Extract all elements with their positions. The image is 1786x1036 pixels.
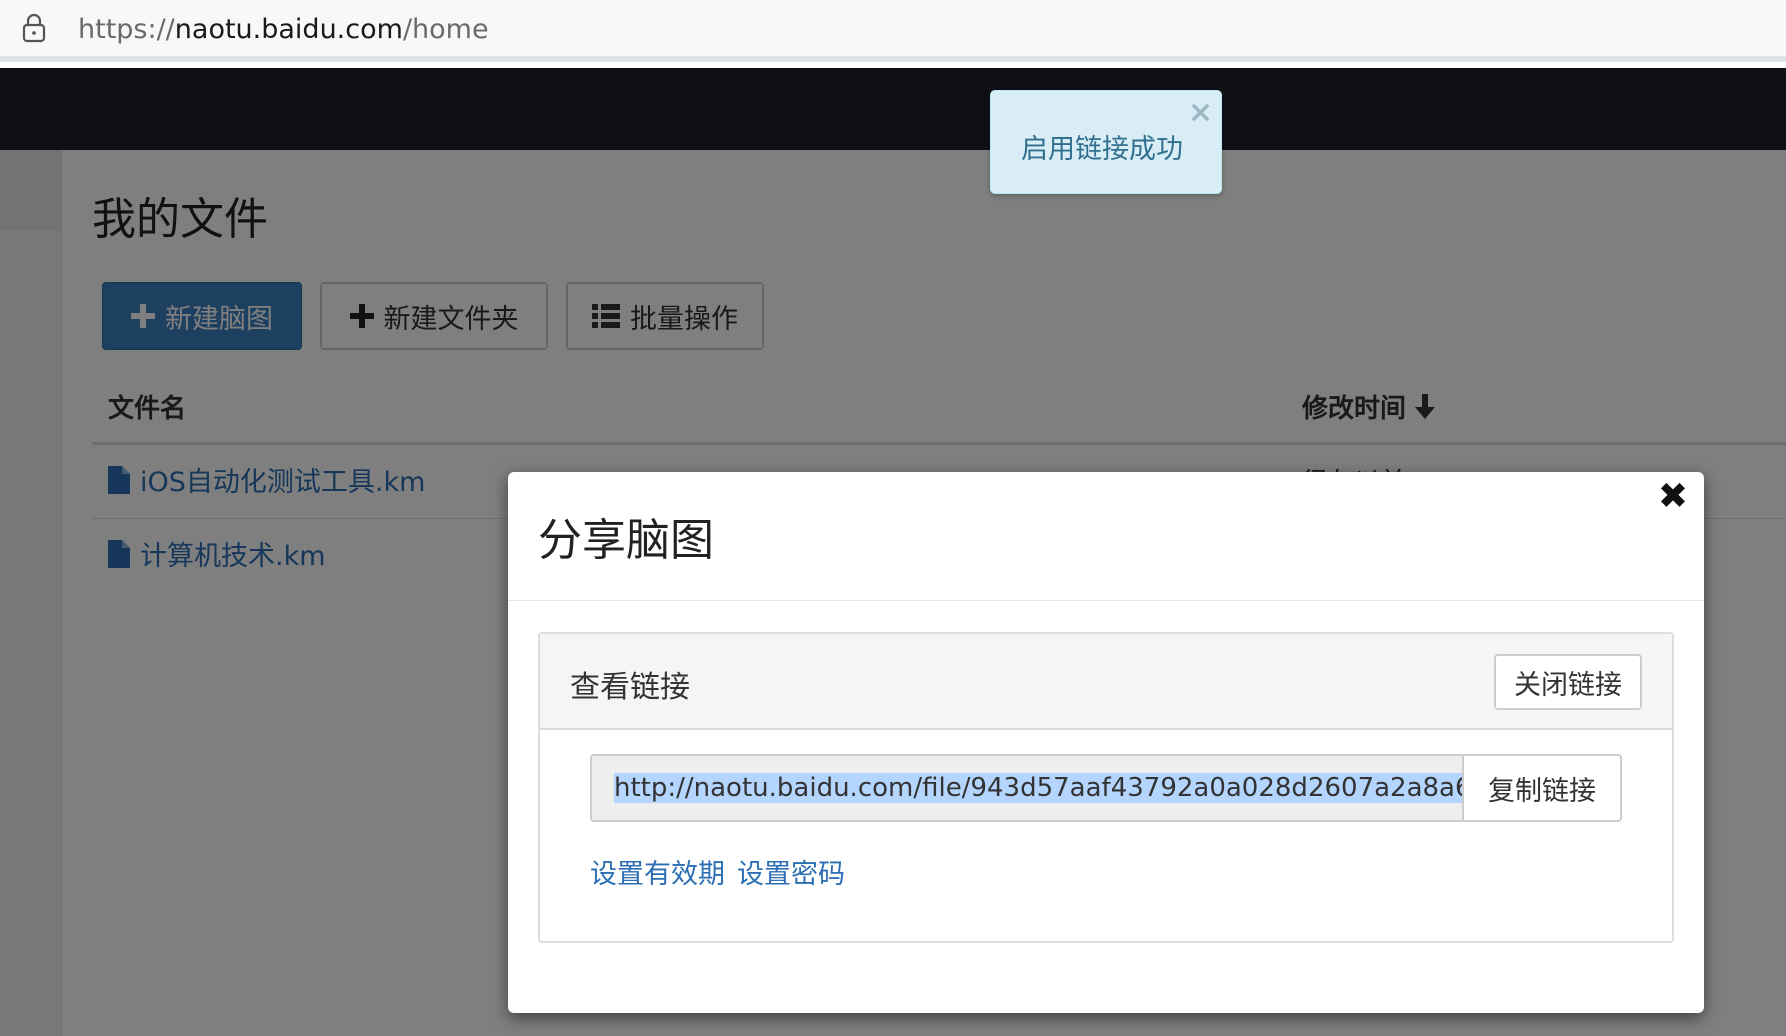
- set-expiry-link[interactable]: 设置有效期: [590, 852, 725, 891]
- panel-heading: 查看链接 关闭链接: [540, 634, 1672, 730]
- url-text[interactable]: https://naotu.baidu.com/home: [78, 14, 489, 45]
- share-mindmap-modal: 分享脑图 ✖ 查看链接 关闭链接 http://naotu.baidu.com/…: [508, 472, 1704, 1013]
- modal-header-divider: [508, 600, 1704, 601]
- toast-close-icon[interactable]: ×: [1188, 95, 1213, 130]
- success-toast: × 启用链接成功: [990, 90, 1222, 194]
- set-password-link[interactable]: 设置密码: [737, 852, 845, 891]
- share-link-input[interactable]: http://naotu.baidu.com/file/943d57aaf437…: [590, 754, 1462, 822]
- view-link-panel: 查看链接 关闭链接 http://naotu.baidu.com/file/94…: [538, 632, 1674, 943]
- modal-title: 分享脑图: [538, 515, 714, 566]
- close-link-button[interactable]: 关闭链接: [1494, 654, 1642, 710]
- toast-message: 启用链接成功: [1021, 134, 1183, 165]
- browser-url-bar[interactable]: https://naotu.baidu.com/home: [0, 0, 1786, 62]
- panel-title: 查看链接: [570, 670, 690, 705]
- share-link-text: http://naotu.baidu.com/file/943d57aaf437…: [614, 773, 1462, 803]
- url-scheme: https://: [78, 14, 175, 45]
- copy-link-button[interactable]: 复制链接: [1462, 754, 1622, 822]
- url-path: /home: [402, 14, 489, 45]
- close-icon[interactable]: ✖: [1658, 476, 1688, 517]
- share-link-input-group: http://naotu.baidu.com/file/943d57aaf437…: [590, 754, 1622, 822]
- lock-icon: [22, 13, 46, 43]
- link-settings: 设置有效期 设置密码: [590, 852, 845, 891]
- url-host: naotu.baidu.com: [174, 14, 403, 45]
